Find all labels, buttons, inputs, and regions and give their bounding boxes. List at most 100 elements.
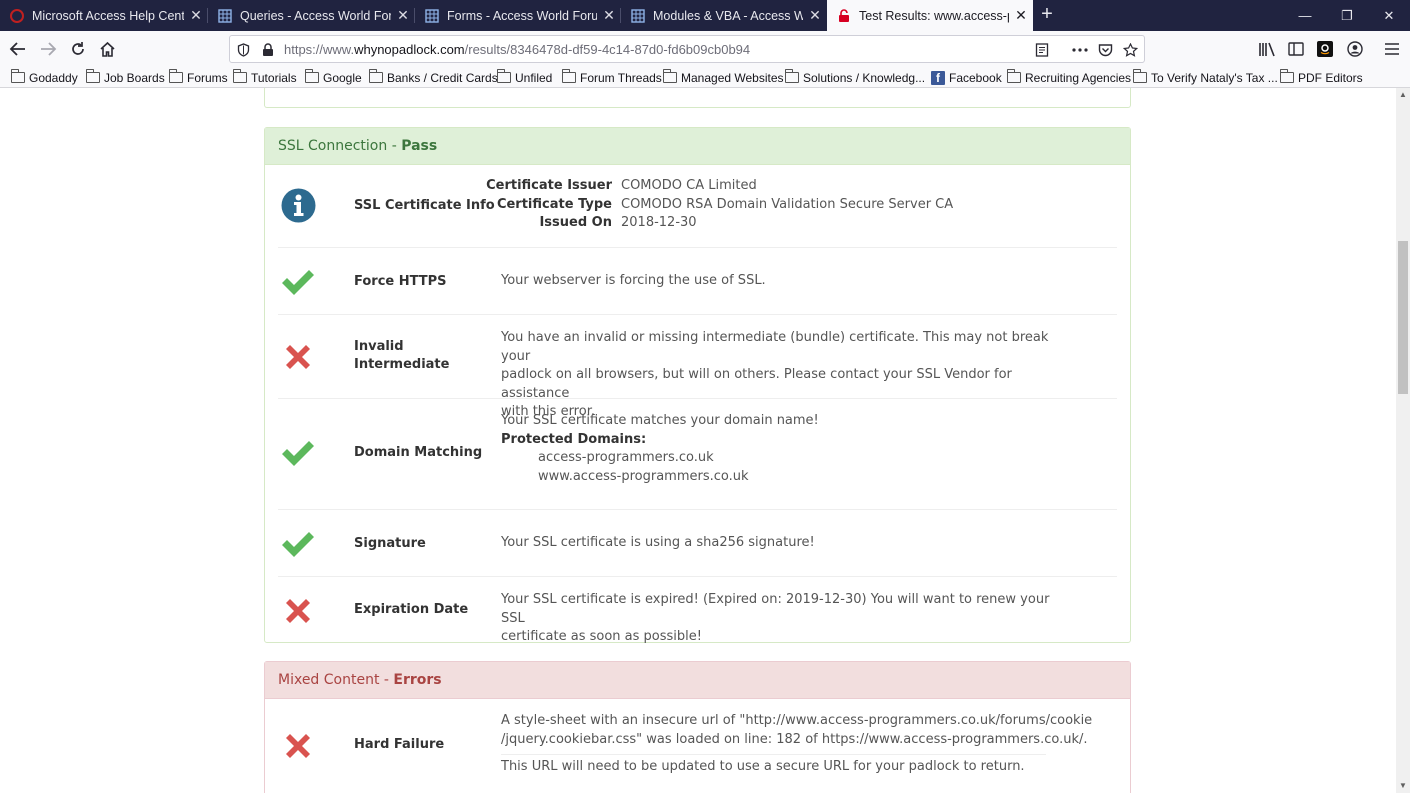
- library-button[interactable]: [1253, 35, 1281, 63]
- title-separator: -: [387, 138, 402, 154]
- folder-icon: [662, 69, 677, 83]
- close-icon[interactable]: ✕: [803, 7, 827, 24]
- account-button[interactable]: [1341, 35, 1369, 63]
- divider: [501, 754, 1046, 755]
- cert-issuer-value: COMODO CA Limited: [621, 178, 757, 193]
- forum-icon: [425, 8, 439, 23]
- row-label: Signature: [354, 536, 426, 551]
- row-label-line: Invalid: [354, 339, 404, 354]
- close-icon[interactable]: ✕: [184, 7, 208, 24]
- scroll-down-arrow-icon[interactable]: ▼: [1396, 779, 1410, 793]
- folder-icon: [1006, 69, 1021, 83]
- bookmark-label: Managed Websites: [681, 70, 784, 85]
- desc-line: padlock on all browsers, but will on oth…: [501, 367, 1012, 401]
- bookmark-job-boards[interactable]: Job Boards: [85, 69, 165, 86]
- menu-button[interactable]: [1378, 35, 1406, 63]
- tab-title: Test Results: www.access-progr: [859, 8, 1009, 23]
- account-icon: [1347, 41, 1363, 57]
- bookmark-banks[interactable]: Banks / Credit Cards: [368, 69, 498, 86]
- close-icon[interactable]: ✕: [391, 7, 415, 24]
- bookmark-tutorials[interactable]: Tutorials: [232, 69, 297, 86]
- address-bar[interactable]: https://www.whynopadlock.com/results/834…: [229, 35, 1145, 63]
- section-status: Errors: [393, 672, 442, 688]
- check-icon: [278, 437, 318, 469]
- signature-row: Signature Your SSL certificate is using …: [278, 510, 1117, 577]
- previous-card-bottom: [264, 88, 1131, 108]
- sidebar-icon: [1288, 42, 1304, 56]
- shield-icon[interactable]: [235, 42, 251, 58]
- close-icon[interactable]: ✕: [597, 7, 621, 24]
- tab-forms[interactable]: Forms - Access World Forums ✕: [415, 0, 621, 31]
- folder-icon: [1279, 69, 1294, 83]
- forward-button[interactable]: [34, 35, 62, 63]
- sidebar-button[interactable]: [1282, 35, 1310, 63]
- window-close-button[interactable]: ✕: [1371, 0, 1407, 31]
- section-title: SSL Connection: [278, 138, 388, 154]
- tab-queries[interactable]: Queries - Access World Forums ✕: [208, 0, 415, 31]
- bookmark-managed-websites[interactable]: Managed Websites: [662, 69, 784, 86]
- bookmark-label: Banks / Credit Cards: [387, 70, 498, 85]
- invalid-intermediate-row: Invalid Intermediate You have an invalid…: [278, 315, 1117, 419]
- bookmark-unfiled[interactable]: Unfiled: [496, 69, 552, 86]
- bookmark-forum-threads[interactable]: Forum Threads: [561, 69, 662, 86]
- bookmark-godaddy[interactable]: Godaddy: [10, 69, 78, 86]
- page-scrollbar[interactable]: ▲ ▼: [1396, 88, 1410, 793]
- row-description: Your webserver is forcing the use of SSL…: [501, 273, 766, 288]
- folder-icon: [85, 69, 100, 83]
- tab-access-help[interactable]: Microsoft Access Help Center ✕: [0, 0, 208, 31]
- home-icon: [99, 41, 115, 57]
- pocket-icon[interactable]: [1097, 42, 1113, 58]
- lock-icon[interactable]: [260, 42, 276, 58]
- tab-test-results[interactable]: Test Results: www.access-progr ✕: [827, 0, 1033, 31]
- bookmark-label: To Verify Nataly's Tax ...: [1151, 70, 1278, 85]
- bookmark-solutions[interactable]: Solutions / Knowledg...: [784, 69, 925, 86]
- title-separator: -: [379, 672, 394, 688]
- bookmark-forums[interactable]: Forums: [168, 69, 228, 86]
- folder-icon: [496, 69, 511, 83]
- row-label: Expiration Date: [354, 602, 469, 617]
- cross-icon: [278, 730, 318, 762]
- folder-icon: [10, 69, 25, 83]
- cert-details: Certificate Issuer COMODO CA Limited Cer…: [468, 177, 988, 233]
- mixed-content-header: Mixed Content - Errors: [265, 662, 1130, 699]
- desc-line: /jquery.cookiebar.css" was loaded on lin…: [501, 731, 1088, 747]
- cert-issued-value: 2018-12-30: [621, 215, 697, 230]
- cert-issuer-key: Certificate Issuer: [486, 178, 612, 193]
- url-text[interactable]: https://www.whynopadlock.com/results/834…: [284, 42, 750, 57]
- amazon-extension-button[interactable]: [1311, 35, 1339, 63]
- scrollbar-thumb[interactable]: [1398, 241, 1408, 394]
- facebook-icon: f: [931, 70, 945, 85]
- row-description: Your SSL certificate matches your domain…: [501, 412, 1061, 486]
- reader-view-icon[interactable]: [1034, 42, 1050, 58]
- cert-type-value: COMODO RSA Domain Validation Secure Serv…: [621, 196, 954, 212]
- tab-modules-vba[interactable]: Modules & VBA - Access World ✕: [621, 0, 827, 31]
- tab-title: Modules & VBA - Access World: [653, 8, 803, 23]
- folder-icon: [784, 69, 799, 83]
- mixed-content-card: Mixed Content - Errors Hard Failure A st…: [264, 661, 1131, 793]
- row-description: A style-sheet with an insecure url of "h…: [501, 712, 1093, 777]
- tab-title: Microsoft Access Help Center: [32, 8, 184, 23]
- row-label: Invalid Intermediate: [354, 338, 449, 374]
- new-tab-button[interactable]: +: [1036, 0, 1058, 31]
- bookmark-verify-tax[interactable]: To Verify Nataly's Tax ...: [1132, 69, 1278, 86]
- restore-button[interactable]: ❐: [1329, 0, 1365, 31]
- protected-domain: access-programmers.co.uk: [538, 450, 714, 465]
- bookmark-recruiting[interactable]: Recruiting Agencies: [1006, 69, 1131, 86]
- expiration-date-row: Expiration Date Your SSL certificate is …: [278, 577, 1117, 644]
- folder-icon: [368, 69, 383, 83]
- scroll-up-arrow-icon[interactable]: ▲: [1396, 88, 1410, 102]
- bookmark-star-icon[interactable]: [1122, 42, 1138, 58]
- more-actions-icon[interactable]: [1072, 42, 1088, 58]
- bookmark-facebook[interactable]: f Facebook: [931, 69, 1002, 86]
- reload-button[interactable]: [64, 35, 92, 63]
- home-button[interactable]: [93, 35, 121, 63]
- back-button[interactable]: [4, 35, 32, 63]
- row-label-line: Intermediate: [354, 357, 450, 372]
- bookmark-google[interactable]: Google: [304, 69, 362, 86]
- hard-failure-row: Hard Failure A style-sheet with an insec…: [278, 699, 1117, 793]
- minimize-button[interactable]: —: [1287, 0, 1323, 31]
- desc-line: A style-sheet with an insecure url of "h…: [501, 713, 1093, 728]
- bookmark-pdf-editors[interactable]: PDF Editors: [1279, 69, 1363, 86]
- back-arrow-icon: [9, 42, 25, 56]
- close-icon[interactable]: ✕: [1009, 7, 1033, 24]
